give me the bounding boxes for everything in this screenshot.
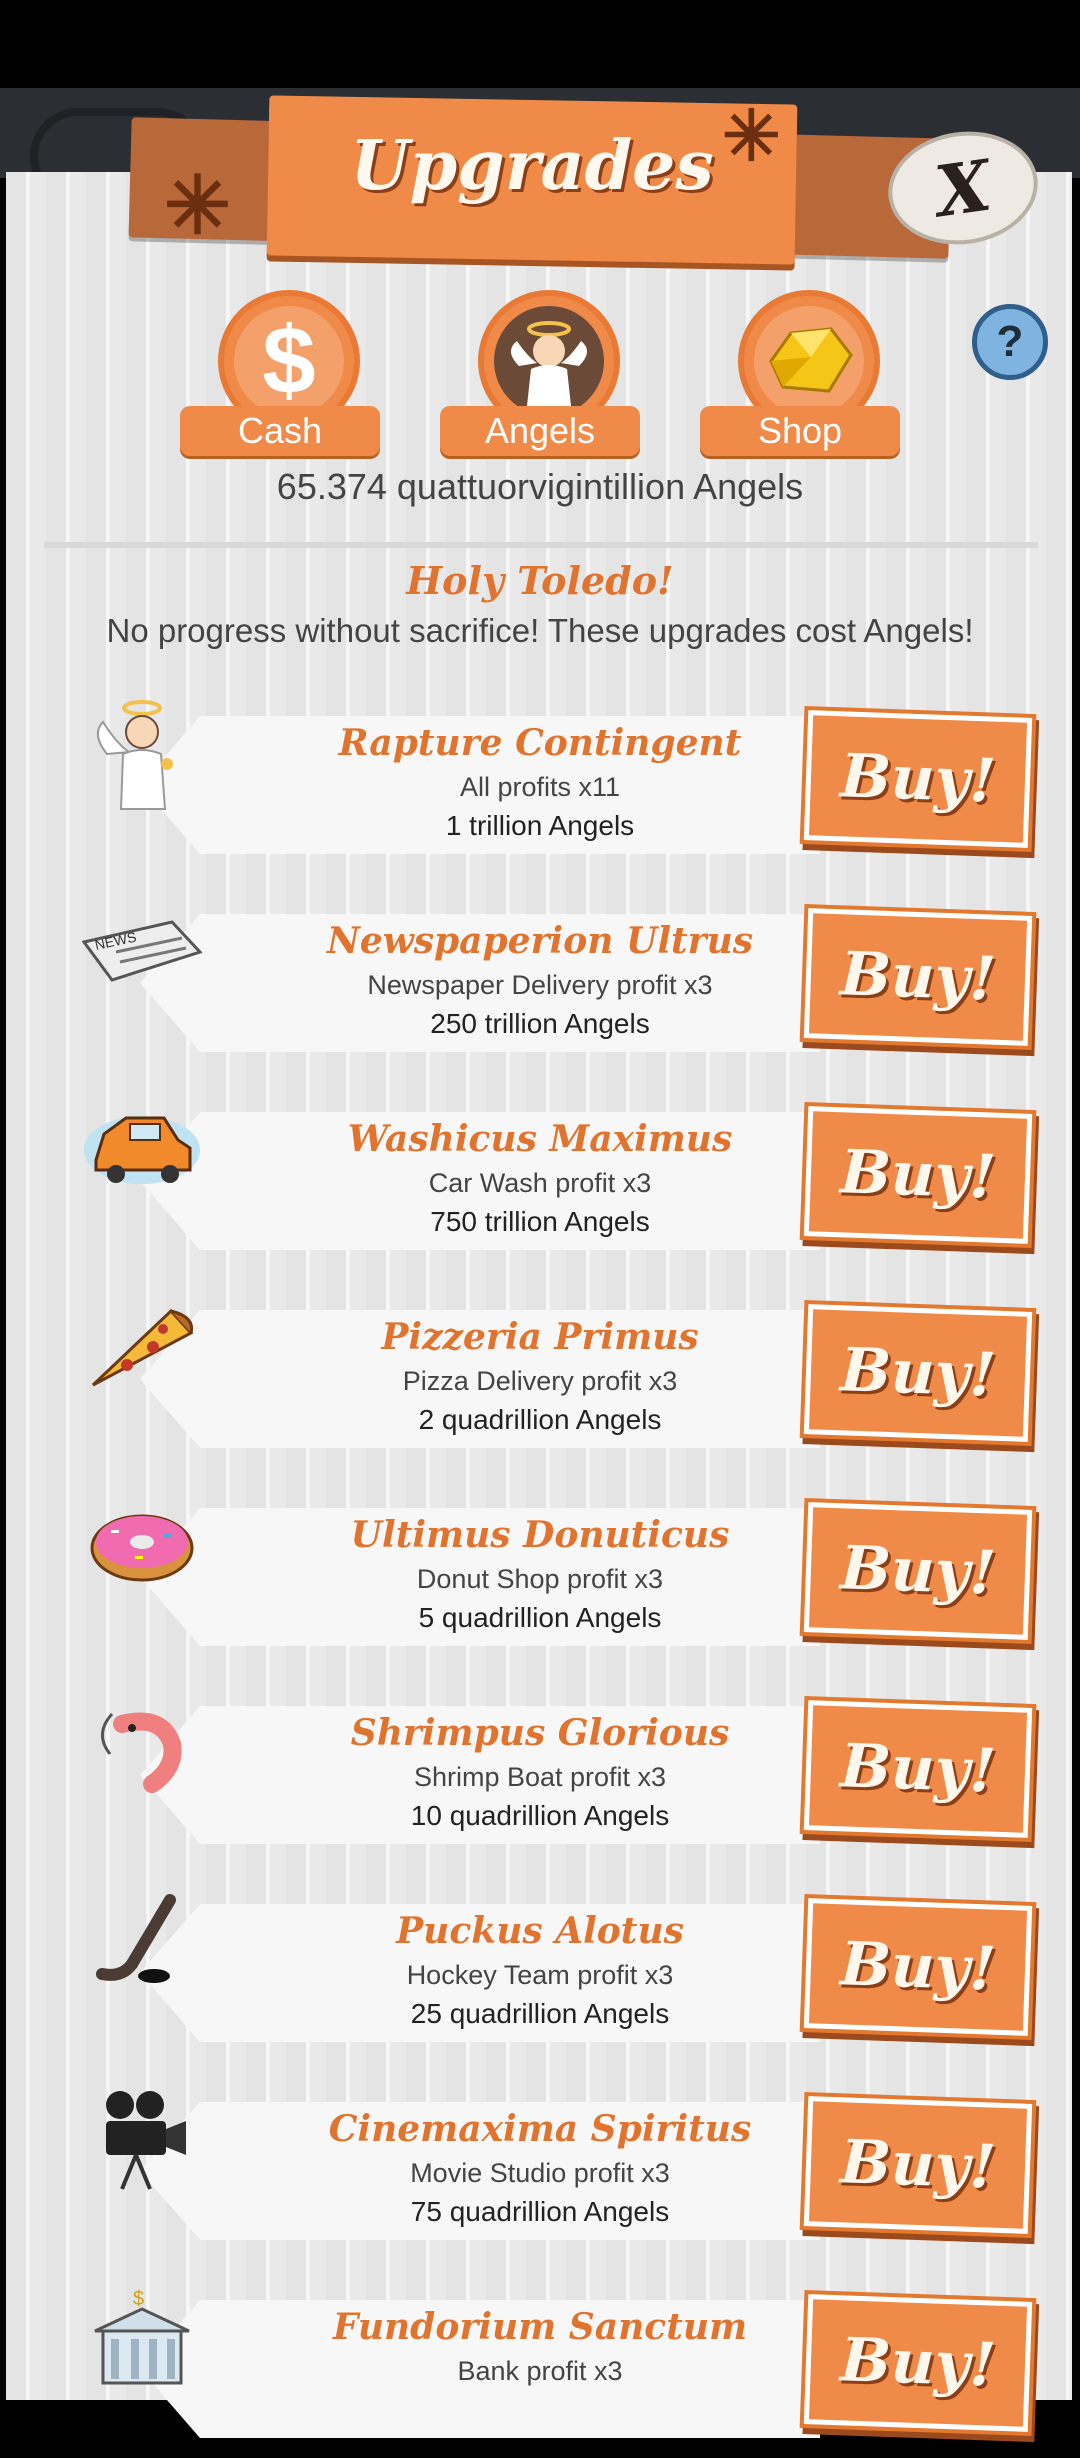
movie-camera-icon bbox=[82, 2080, 202, 2200]
upgrade-description: Car Wash profit x3 bbox=[428, 1168, 652, 1198]
buy-button[interactable]: Buy! bbox=[803, 1106, 1033, 1244]
upgrade-cost: 75 quadrillion Angels bbox=[410, 2196, 670, 2227]
upgrade-cost: 5 quadrillion Angels bbox=[418, 1602, 662, 1633]
upgrade-name: Washicus Maximus bbox=[347, 1118, 733, 1160]
section-heading: Holy Toledo! bbox=[406, 558, 674, 603]
angel-icon bbox=[494, 306, 604, 416]
upgrade-cost: 2 quadrillion Angels bbox=[418, 1404, 662, 1435]
gold-gem-icon bbox=[754, 306, 864, 416]
upgrade-row: Shrimpus Glorious Shrimp Boat profit x3 … bbox=[0, 1684, 1080, 1864]
upgrade-name: Pizzeria Primus bbox=[381, 1316, 699, 1358]
bank-icon: $ bbox=[82, 2278, 202, 2398]
buy-button[interactable]: Buy! bbox=[803, 710, 1033, 848]
upgrade-name: Shrimpus Glorious bbox=[350, 1712, 730, 1754]
tab-angels[interactable]: Angels bbox=[440, 290, 640, 460]
dollar-icon: $ bbox=[234, 306, 344, 416]
upgrade-name: Puckus Alotus bbox=[396, 1910, 684, 1952]
status-bar bbox=[0, 0, 1080, 88]
buy-button[interactable]: Buy! bbox=[803, 1898, 1033, 2036]
tab-shop[interactable]: Shop bbox=[700, 290, 900, 460]
close-icon: X bbox=[930, 143, 996, 233]
upgrade-description: Pizza Delivery profit x3 bbox=[402, 1366, 678, 1396]
upgrade-description: Shrimp Boat profit x3 bbox=[413, 1762, 667, 1792]
buy-button[interactable]: Buy! bbox=[803, 2294, 1033, 2432]
buy-button[interactable]: Buy! bbox=[803, 2096, 1033, 2234]
car-icon bbox=[82, 1090, 202, 1210]
donut-icon bbox=[82, 1486, 202, 1606]
section-subtitle: No progress without sacrifice! These upg… bbox=[106, 612, 974, 649]
upgrade-cost: 1 trillion Angels bbox=[445, 810, 635, 841]
upgrade-row: $ Fundorium Sanctum Bank profit x3 Buy! bbox=[0, 2278, 1080, 2458]
upgrade-cost: 25 quadrillion Angels bbox=[410, 1998, 670, 2029]
newspaper-icon: NEWS bbox=[82, 892, 202, 1012]
upgrade-row: Ultimus Donuticus Donut Shop profit x3 5… bbox=[0, 1486, 1080, 1666]
starburst-decoration: ✳ bbox=[164, 161, 232, 250]
angel-icon bbox=[82, 694, 202, 814]
upgrade-description: All profits x11 bbox=[459, 772, 621, 802]
upgrade-description: Movie Studio profit x3 bbox=[410, 2158, 670, 2188]
upgrade-row: Pizzeria Primus Pizza Delivery profit x3… bbox=[0, 1288, 1080, 1468]
upgrade-description: Newspaper Delivery profit x3 bbox=[367, 970, 713, 1000]
upgrade-row: NEWS Newspaperion Ultrus Newspaper Deliv… bbox=[0, 892, 1080, 1072]
upgrade-row: Cinemaxima Spiritus Movie Studio profit … bbox=[0, 2080, 1080, 2260]
upgrade-row: Puckus Alotus Hockey Team profit x3 25 q… bbox=[0, 1882, 1080, 2062]
upgrade-description: Donut Shop profit x3 bbox=[416, 1564, 664, 1594]
upgrade-description: Hockey Team profit x3 bbox=[406, 1960, 674, 1990]
angels-balance: 65.374 quattuorvigintillion Angels bbox=[276, 466, 804, 507]
upgrade-row: Rapture Contingent All profits x11 1 tri… bbox=[0, 694, 1080, 874]
shrimp-icon bbox=[82, 1684, 202, 1804]
divider bbox=[44, 542, 1038, 548]
upgrade-name: Fundorium Sanctum bbox=[332, 2306, 748, 2348]
help-button[interactable]: ? bbox=[972, 304, 1048, 380]
upgrade-cost: 10 quadrillion Angels bbox=[410, 1800, 670, 1831]
buy-button[interactable]: Buy! bbox=[803, 908, 1033, 1046]
buy-button[interactable]: Buy! bbox=[803, 1304, 1033, 1442]
tab-cash[interactable]: $ Cash bbox=[180, 290, 380, 460]
upgrade-cost: 750 trillion Angels bbox=[430, 1206, 650, 1237]
upgrade-name: Newspaperion Ultrus bbox=[326, 920, 754, 962]
upgrade-name: Rapture Contingent bbox=[338, 722, 742, 764]
starburst-decoration: ✳ bbox=[722, 97, 781, 175]
buy-button[interactable]: Buy! bbox=[803, 1700, 1033, 1838]
page-title: Upgrades bbox=[350, 126, 714, 206]
upgrade-name: Cinemaxima Spiritus bbox=[328, 2108, 752, 2150]
buy-button[interactable]: Buy! bbox=[803, 1502, 1033, 1640]
svg-text:$: $ bbox=[133, 2288, 144, 2310]
upgrade-row: Washicus Maximus Car Wash profit x3 750 … bbox=[0, 1090, 1080, 1270]
upgrade-name: Ultimus Donuticus bbox=[350, 1514, 730, 1556]
hockey-stick-icon bbox=[82, 1882, 202, 2002]
pizza-icon bbox=[82, 1288, 202, 1408]
upgrade-cost: 250 trillion Angels bbox=[430, 1008, 650, 1039]
upgrade-description: Bank profit x3 bbox=[457, 2356, 623, 2386]
